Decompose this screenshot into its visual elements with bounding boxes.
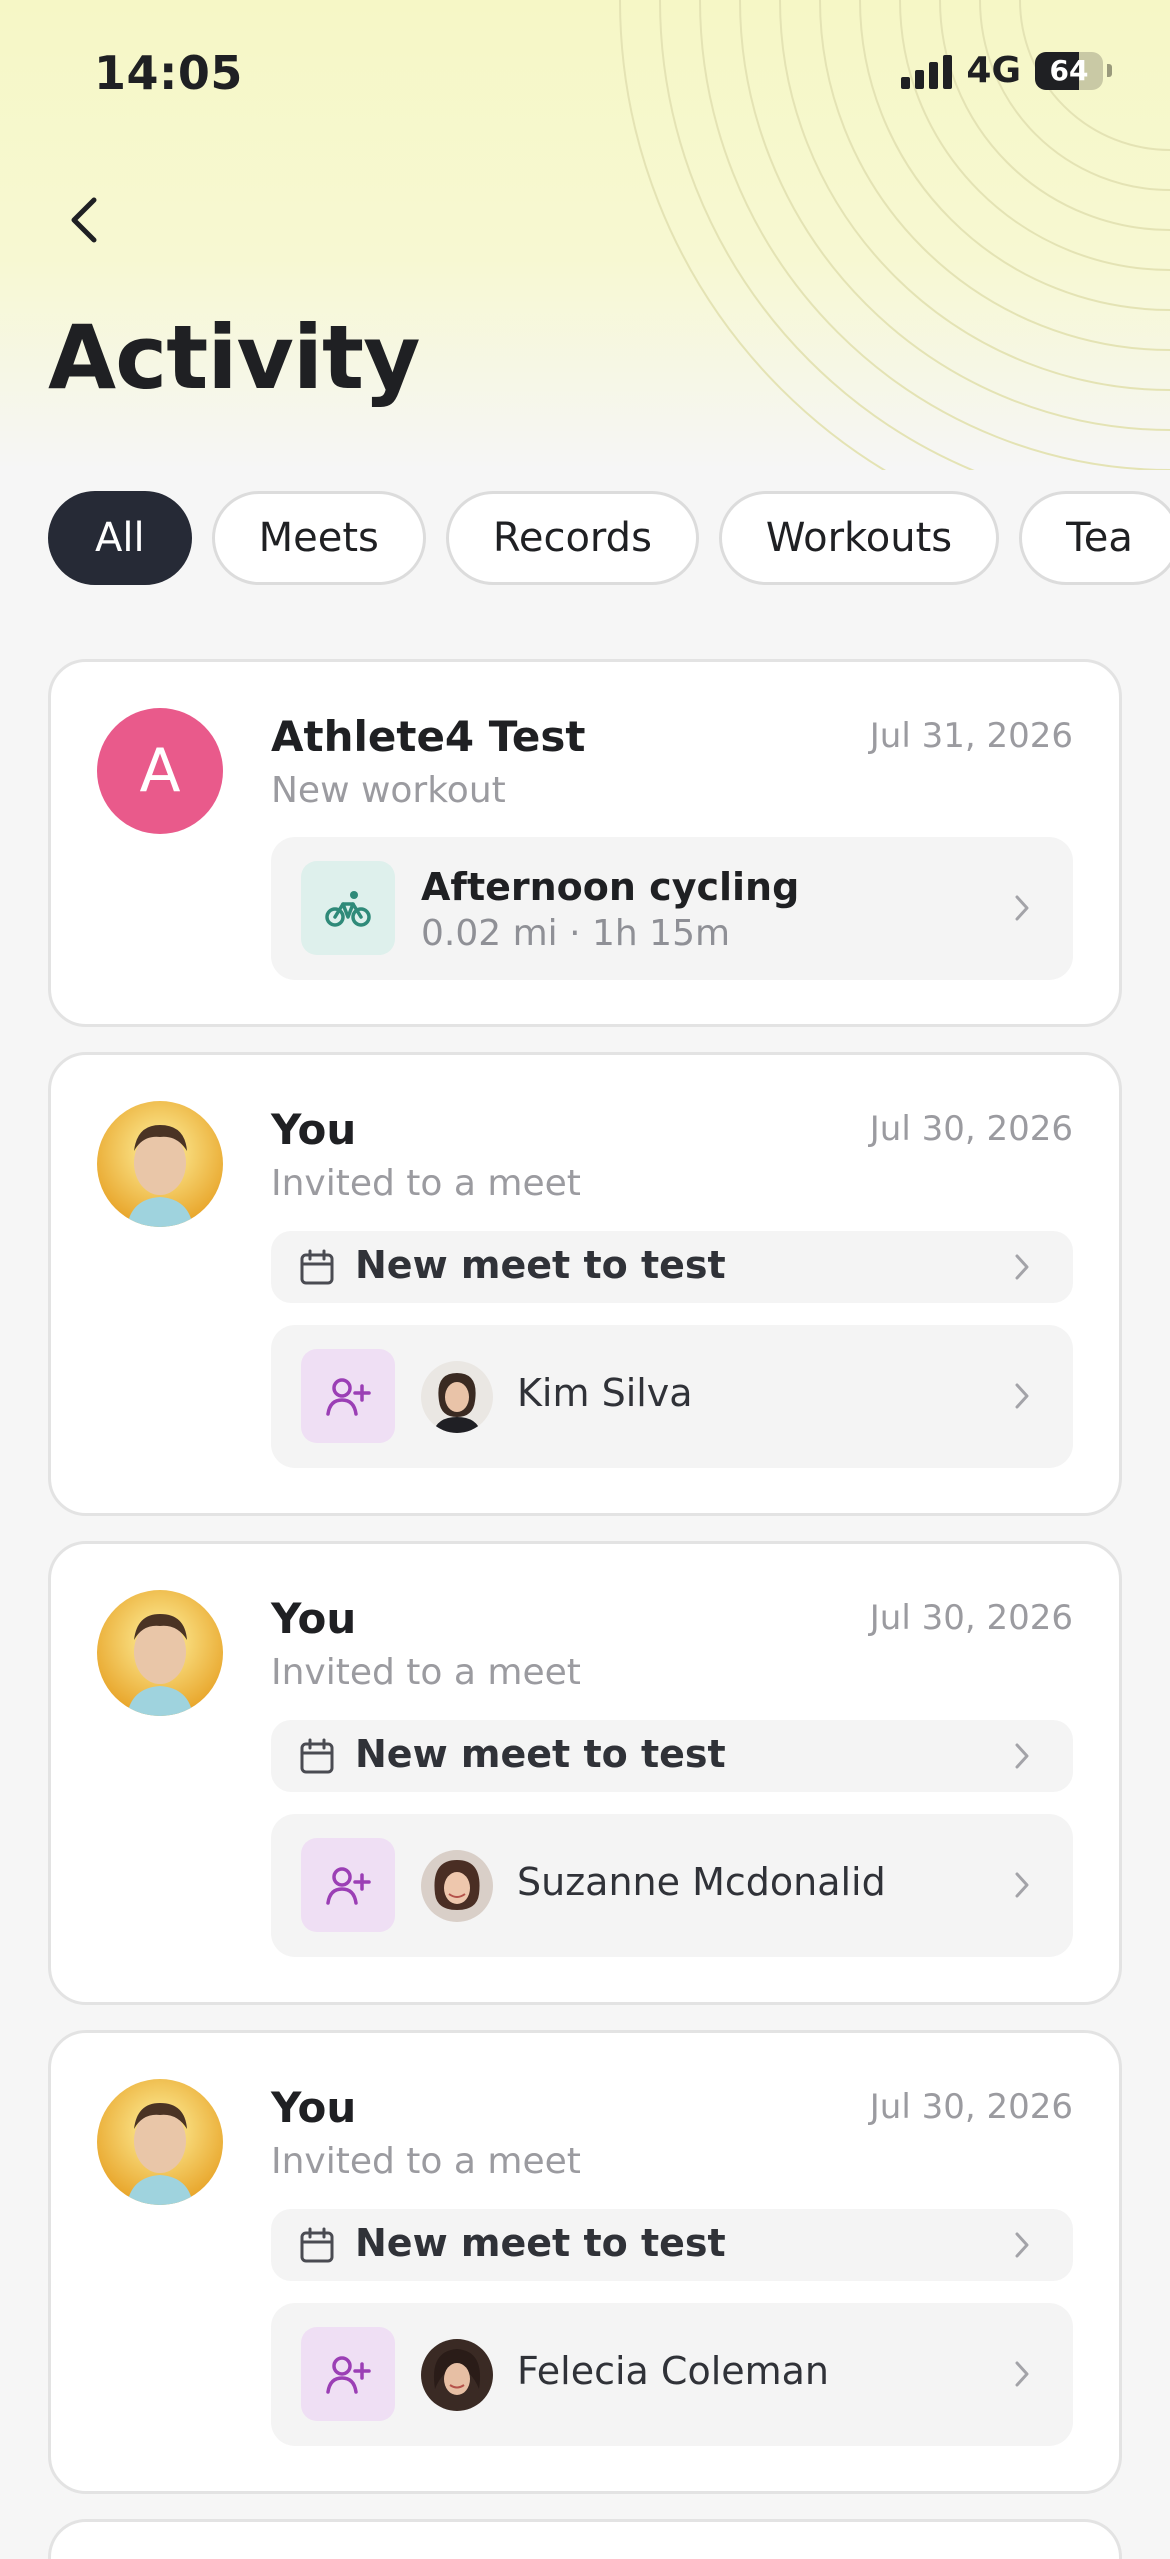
invitee-item[interactable]: Suzanne Mcdonalid <box>271 1814 1073 1957</box>
chevron-right-icon <box>1015 2232 1029 2258</box>
activity-user-name: You <box>271 2083 357 2132</box>
tab-workouts[interactable]: Workouts <box>718 491 1000 585</box>
activity-card: You Invited to a meet Jul 30, 2026 New m… <box>48 1052 1122 1516</box>
chevron-right-icon <box>1015 2361 1029 2387</box>
tab-meets[interactable]: Meets <box>211 491 426 585</box>
avatar[interactable]: A <box>97 708 223 834</box>
activity-card <box>48 2519 1122 2559</box>
workout-meta: 0.02 mi · 1h 15m <box>421 913 731 954</box>
avatar[interactable] <box>97 1590 223 1716</box>
network-label: 4G <box>966 50 1021 91</box>
meet-link[interactable]: New meet to test <box>271 2209 1073 2281</box>
avatar <box>421 1361 493 1433</box>
meet-name: New meet to test <box>355 2221 726 2265</box>
workout-item[interactable]: Afternoon cycling 0.02 mi · 1h 15m <box>271 837 1073 980</box>
signal-icon <box>901 53 953 89</box>
activity-description: Invited to a meet <box>271 1652 581 1693</box>
activity-description: New workout <box>271 770 506 811</box>
bike-icon <box>301 861 395 955</box>
invitee-name: Suzanne Mcdonalid <box>517 1860 886 1904</box>
activity-user-name: Athlete4 Test <box>271 712 586 761</box>
invitee-name: Kim Silva <box>517 1371 693 1415</box>
avatar[interactable] <box>97 2079 223 2205</box>
battery-icon: 64 <box>1035 51 1103 90</box>
activity-user-name: You <box>271 1105 357 1154</box>
meet-link[interactable]: New meet to test <box>271 1720 1073 1792</box>
activity-user-name: You <box>271 1594 357 1643</box>
tab-teams[interactable]: Tea <box>1019 491 1170 585</box>
avatar[interactable] <box>97 1101 223 1227</box>
user-plus-icon <box>301 2327 395 2421</box>
avatar <box>421 1850 493 1922</box>
activity-card: You Invited to a meet Jul 30, 2026 New m… <box>48 2030 1122 2494</box>
activity-card: You Invited to a meet Jul 30, 2026 New m… <box>48 1541 1122 2005</box>
chevron-right-icon <box>1015 1383 1029 1409</box>
filter-tabs: All Meets Records Workouts Tea <box>48 491 1170 585</box>
back-button[interactable] <box>58 192 114 248</box>
tab-all[interactable]: All <box>48 491 192 585</box>
activity-card: A Athlete4 Test New workout Jul 31, 2026… <box>48 659 1122 1027</box>
activity-date: Jul 30, 2026 <box>869 1109 1073 1149</box>
chevron-right-icon <box>1015 1254 1029 1280</box>
status-indicators: 4G 64 <box>901 50 1112 91</box>
activity-description: Invited to a meet <box>271 2141 581 2182</box>
avatar <box>421 2339 493 2411</box>
user-plus-icon <box>301 1349 395 1443</box>
invitee-item[interactable]: Felecia Coleman <box>271 2303 1073 2446</box>
activity-description: Invited to a meet <box>271 1163 581 1204</box>
calendar-icon <box>300 1738 334 1774</box>
chevron-right-icon <box>1015 1743 1029 1769</box>
tab-records[interactable]: Records <box>445 491 699 585</box>
activity-date: Jul 30, 2026 <box>869 2087 1073 2127</box>
invitee-item[interactable]: Kim Silva <box>271 1325 1073 1468</box>
chevron-right-icon <box>1015 895 1029 921</box>
battery-level: 64 <box>1049 53 1089 87</box>
meet-name: New meet to test <box>355 1243 726 1287</box>
chevron-right-icon <box>1015 1872 1029 1898</box>
status-time: 14:05 <box>94 46 243 100</box>
chevron-left-icon <box>71 197 97 243</box>
invitee-name: Felecia Coleman <box>517 2349 830 2393</box>
activity-date: Jul 30, 2026 <box>869 1598 1073 1638</box>
user-plus-icon <box>301 1838 395 1932</box>
workout-title: Afternoon cycling <box>421 865 800 909</box>
battery-cap <box>1107 64 1112 77</box>
calendar-icon <box>300 2227 334 2263</box>
meet-link[interactable]: New meet to test <box>271 1231 1073 1303</box>
page-title: Activity <box>48 306 420 409</box>
meet-name: New meet to test <box>355 1732 726 1776</box>
activity-date: Jul 31, 2026 <box>869 716 1073 756</box>
calendar-icon <box>300 1249 334 1285</box>
